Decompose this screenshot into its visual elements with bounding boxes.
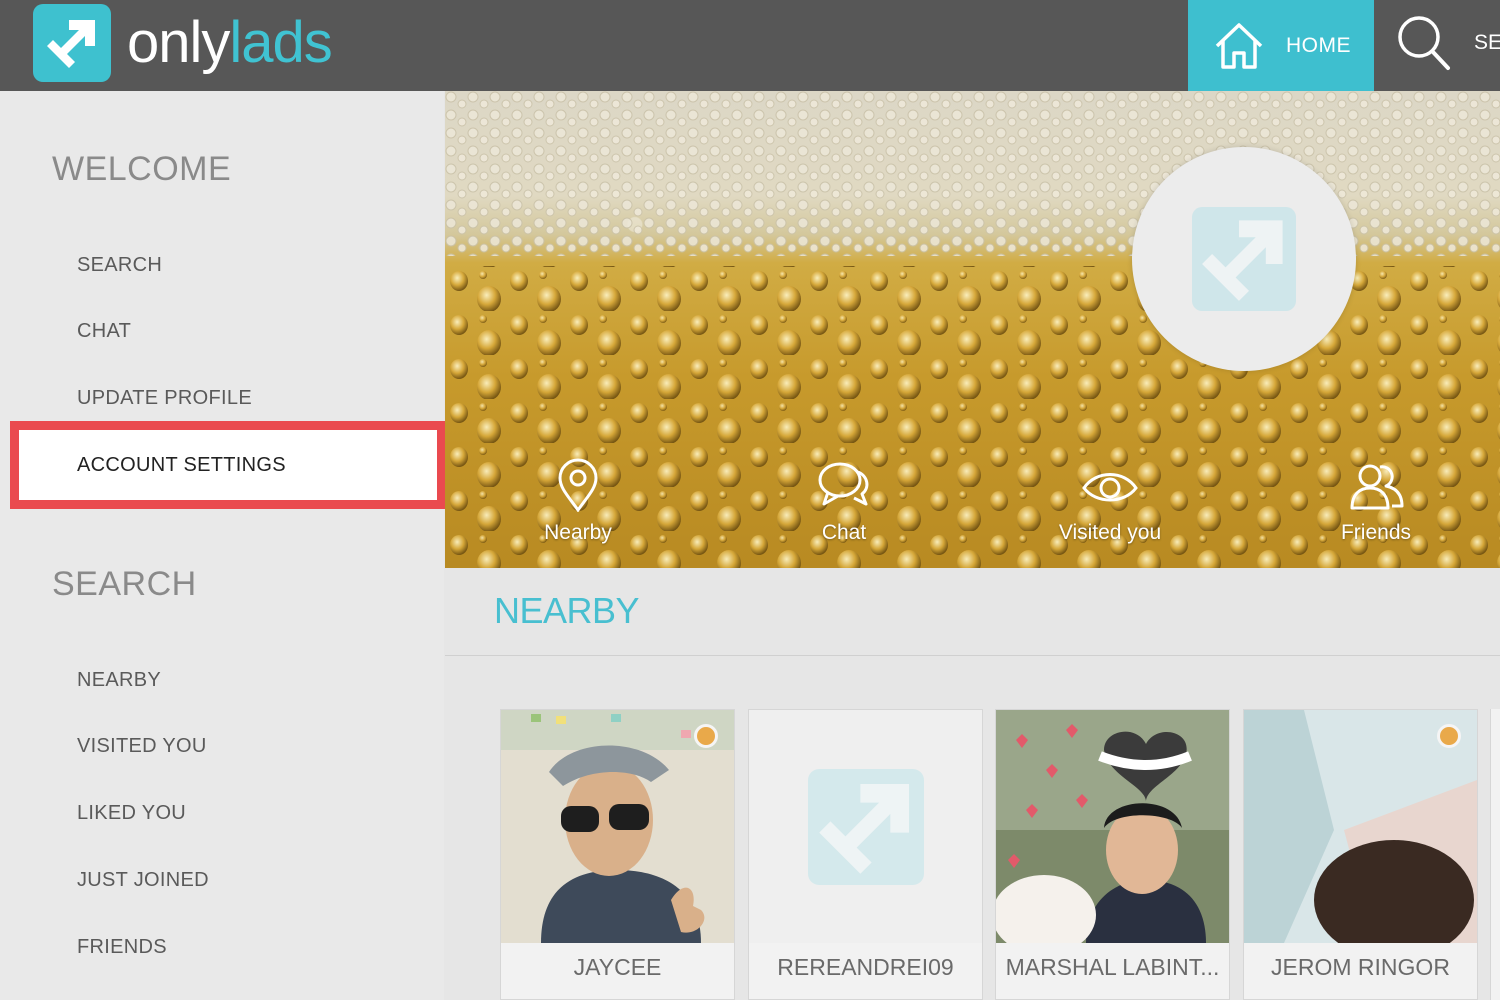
hero-link-visited-you[interactable]: Visited you: [1040, 458, 1180, 545]
hero-link-friends[interactable]: Friends: [1306, 458, 1446, 545]
user-name[interactable]: REREANDREI09: [749, 954, 982, 981]
sidebar-item-chat[interactable]: CHAT: [77, 320, 131, 343]
sidebar-item-nearby[interactable]: NEARBY: [77, 669, 161, 692]
user-photo-placeholder: [749, 710, 982, 943]
sidebar-item-visited-you[interactable]: VISITED YOU: [77, 735, 207, 758]
search-icon: [1398, 16, 1450, 70]
top-search-button[interactable]: SEA: [1396, 8, 1500, 78]
online-status-dot: [694, 724, 718, 748]
profile-avatar[interactable]: [1132, 147, 1356, 371]
avatar-placeholder-icon: [807, 768, 924, 885]
search-section-title: SEARCH: [52, 565, 197, 603]
hero-link-chat[interactable]: Chat: [774, 458, 914, 545]
search-label: SEA: [1474, 31, 1500, 54]
eye-icon: [1082, 473, 1138, 502]
hero-link-label: Friends: [1340, 521, 1412, 544]
nearby-section-title: NEARBY: [494, 590, 640, 631]
user-card[interactable]: REREANDREI09: [748, 709, 983, 1000]
hero-link-label: Nearby: [544, 521, 612, 544]
user-card[interactable]: MARSHAL LABINT...: [995, 709, 1230, 1000]
hero-link-label: Chat: [821, 521, 867, 544]
user-name[interactable]: JAYCEE: [501, 954, 734, 981]
top-navigation-bar: onlylads HOME SEA: [0, 0, 1500, 91]
user-card[interactable]: JEROM RINGOR: [1243, 709, 1478, 1000]
home-icon: [1215, 22, 1263, 69]
sidebar: [0, 91, 444, 1000]
sidebar-item-liked-you[interactable]: LIKED YOU: [77, 802, 186, 825]
location-pin-icon: [558, 458, 598, 513]
user-name[interactable]: MARSHAL LABINT...: [996, 954, 1229, 981]
avatar-placeholder-icon: [1192, 207, 1296, 311]
section-divider: [445, 655, 1500, 656]
online-status-dot: [1437, 724, 1461, 748]
sidebar-item-friends[interactable]: FRIENDS: [77, 936, 167, 959]
welcome-section-title: WELCOME: [52, 150, 232, 188]
user-card-partial[interactable]: [1490, 709, 1500, 1000]
user-name[interactable]: JEROM RINGOR: [1244, 954, 1477, 981]
sidebar-item-just-joined[interactable]: JUST JOINED: [77, 869, 209, 892]
sidebar-item-update-profile[interactable]: UPDATE PROFILE: [77, 387, 252, 410]
user-photo: [996, 710, 1229, 943]
arrow-logo-icon: [33, 4, 111, 82]
hero-link-nearby[interactable]: Nearby: [508, 458, 648, 545]
chat-bubbles-icon: [818, 462, 869, 506]
site-logo[interactable]: onlylads: [33, 4, 333, 82]
hero-link-label: Visited you: [1058, 521, 1162, 544]
sidebar-item-account-settings[interactable]: ACCOUNT SETTINGS: [77, 454, 286, 477]
logo-wordmark: onlylads: [127, 10, 333, 75]
home-label: HOME: [1286, 33, 1351, 57]
home-button[interactable]: HOME: [1188, 0, 1374, 91]
friends-icon: [1350, 464, 1404, 510]
user-card[interactable]: JAYCEE: [500, 709, 735, 1000]
sidebar-item-search[interactable]: SEARCH: [77, 254, 162, 277]
